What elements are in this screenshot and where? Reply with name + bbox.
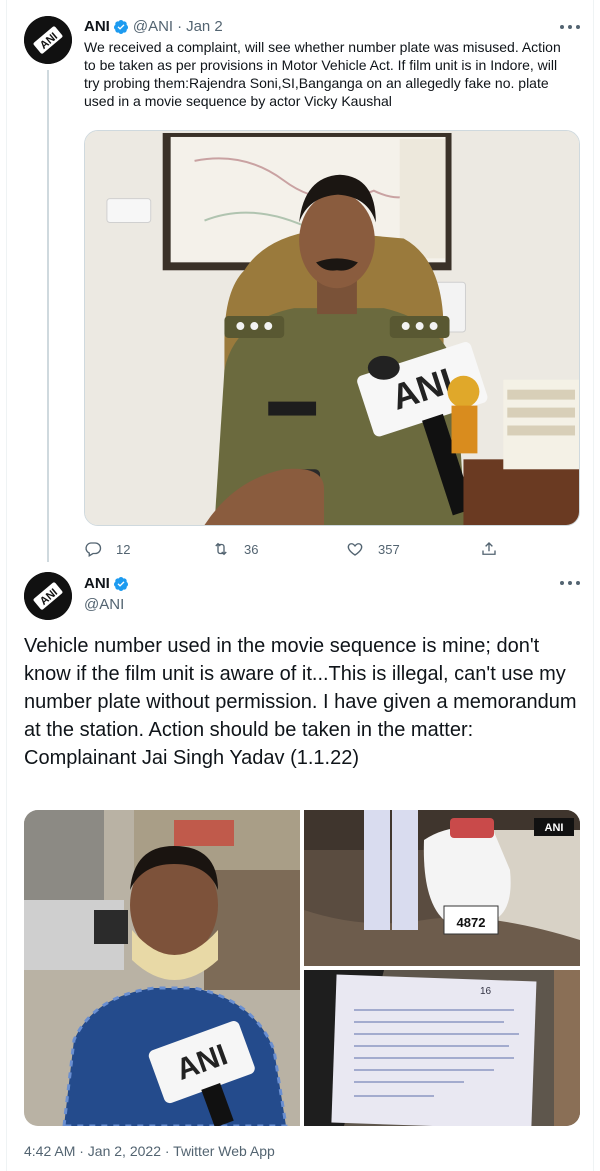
more-icon[interactable] [560, 580, 580, 586]
share-icon [482, 542, 496, 555]
avatar[interactable]: ANI [24, 572, 72, 620]
like-count: 357 [378, 541, 400, 557]
more-icon[interactable] [560, 24, 580, 30]
like-icon [347, 543, 363, 556]
svg-text:4872: 4872 [457, 915, 486, 930]
tweet-photo[interactable]: 4872 ANI [304, 810, 580, 966]
author-name[interactable]: ANI [84, 18, 110, 36]
tweet-photo[interactable]: ANI [84, 130, 580, 526]
author-name[interactable]: ANI [84, 574, 110, 594]
reply-button[interactable]: 12 [84, 540, 130, 558]
verified-icon [113, 576, 129, 592]
svg-text:16: 16 [480, 986, 492, 997]
author-name-row: ANI [84, 574, 133, 594]
tweet-text: We received a complaint, will see whethe… [84, 39, 561, 109]
svg-text:ANI: ANI [545, 822, 564, 834]
verified-icon [113, 19, 129, 35]
tweet-date[interactable]: Jan 2 [186, 18, 223, 36]
tweet-text: Vehicle number used in the movie sequenc… [24, 635, 577, 769]
share-button[interactable] [480, 540, 512, 558]
tweet-photo[interactable]: ANI [24, 810, 300, 1126]
avatar[interactable]: ANI [24, 16, 72, 64]
author-handle[interactable]: @ANI [84, 595, 124, 615]
reply-icon [85, 542, 102, 557]
thread-line [47, 70, 49, 562]
tweet-timestamp[interactable]: 4:42 AM · Jan 2, 2022 · Twitter Web App [24, 1142, 275, 1160]
retweet-icon [215, 542, 227, 556]
tweet-photo[interactable]: 16 [304, 970, 580, 1126]
retweet-count: 36 [244, 541, 259, 557]
like-button[interactable]: 357 [346, 540, 400, 558]
separator: · [177, 18, 183, 35]
author-handle[interactable]: @ANI [133, 18, 173, 36]
reply-count: 12 [116, 541, 131, 557]
tweet-header: ANI @ANI · Jan 2 [84, 18, 223, 36]
retweet-button[interactable]: 36 [212, 540, 258, 558]
tweet-photo-grid: ANI 4872 ANI 16 [24, 810, 580, 1126]
tweet-actions: 12 36 357 [84, 540, 504, 560]
